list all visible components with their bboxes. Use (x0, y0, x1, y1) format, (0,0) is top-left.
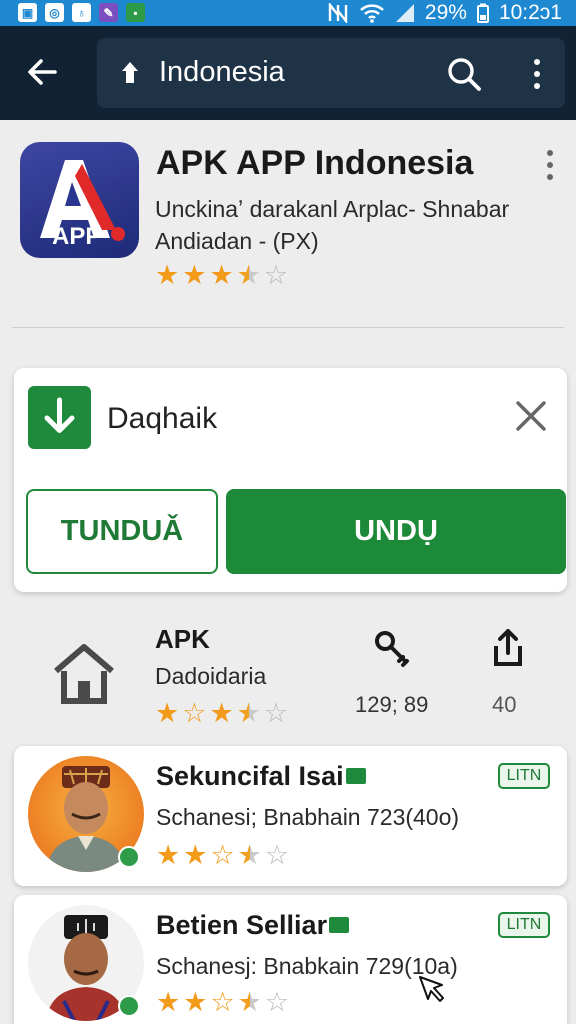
star-icon: ★ (183, 987, 208, 1017)
shield-icon: ◎ (45, 3, 64, 22)
primary-download-button[interactable]: UNDỤ (226, 489, 566, 574)
share-icon[interactable] (490, 628, 526, 668)
battery-text: 29% (424, 1, 467, 24)
star-half-icon: ★ (237, 840, 262, 870)
download-card: Daqhaik TUNDUǍ UNDỤ (14, 368, 567, 592)
search-icon[interactable] (445, 55, 483, 93)
developer-badge[interactable]: LITN (498, 763, 550, 789)
divider (12, 327, 564, 328)
app-subtitle: Unckinaʼ darakanl Arplac- Shnabar (155, 196, 510, 222)
more-vert-icon[interactable] (525, 55, 549, 93)
store-icon: ▪ (126, 3, 145, 22)
close-icon[interactable] (514, 399, 548, 433)
app-logo-text: APP (52, 223, 101, 250)
toolbar: Indonesia (0, 26, 576, 120)
status-bar: ▣ ◎ ♁ ✎ ▪ 29% 10:2ɔ1 (0, 0, 576, 26)
star-outline-icon: ☆ (263, 698, 289, 728)
developer-rating-stars: ★ ★ ☆ ★ ☆ (156, 842, 289, 869)
message-icon: ▣ (18, 3, 37, 22)
star-half-icon: ★ (236, 698, 261, 728)
apk-stat-value: 129; 89 (355, 692, 429, 717)
star-icon: ★ (182, 260, 207, 290)
developer-subtitle: Schanesj: Bnabkain 729(10a) (156, 953, 458, 979)
developer-rating-stars: ★ ★ ☆ ★ ☆ (156, 989, 289, 1016)
star-half-icon: ★ (237, 987, 262, 1017)
online-badge (118, 995, 140, 1017)
apk-subtitle: Dadoidaria (155, 663, 267, 689)
signal-icon (395, 4, 414, 22)
developer-name: Sekuncifal Isai (156, 761, 366, 792)
star-outline-icon: ☆ (182, 698, 207, 728)
mouse-cursor-icon (419, 976, 444, 1002)
verified-icon (345, 767, 366, 784)
star-outline-icon: ☆ (210, 840, 235, 870)
apk-title: APK (155, 624, 210, 654)
key-icon[interactable] (372, 628, 414, 670)
wifi-icon (360, 4, 384, 23)
developer-subtitle: Schanesi; Bnabhain 723(40o) (156, 804, 460, 830)
search-bar[interactable]: Indonesia (97, 38, 565, 108)
status-indicators: 29% 10:2ɔ1 (327, 1, 562, 25)
star-half-icon: ★ (236, 260, 261, 290)
developer-card[interactable]: Betien Selliar LITN Schanesj: Bnabkain 7… (14, 895, 567, 1024)
app-logo: APP (20, 142, 139, 258)
star-outline-icon: ☆ (210, 987, 235, 1017)
apk-rating-stars: ★ ☆ ★ ★ ☆ (155, 700, 288, 727)
developer-badge[interactable]: LITN (498, 912, 550, 938)
home-icon (52, 641, 116, 705)
edit-icon: ✎ (99, 3, 118, 22)
android-icon (122, 62, 138, 83)
app-title: APK APP Indonesia (156, 144, 474, 182)
developer-name: Betien Selliar (156, 910, 350, 941)
download-icon (28, 386, 91, 449)
online-badge (118, 846, 140, 868)
back-arrow-icon[interactable] (22, 54, 62, 90)
star-icon: ★ (183, 840, 208, 870)
app-rating-stars: ★ ★ ★ ★ ☆ (155, 262, 288, 289)
star-icon: ★ (156, 840, 181, 870)
star-outline-icon: ☆ (264, 840, 290, 870)
nfc-icon (328, 3, 348, 23)
star-outline-icon: ☆ (264, 987, 290, 1017)
tool-icon: ♁ (72, 3, 91, 22)
search-query[interactable]: Indonesia (159, 56, 285, 89)
developer-card[interactable]: Sekuncifal Isai LITN Schanesi; Bnabhain … (14, 746, 567, 886)
developer-name-text: Betien Selliar (156, 910, 328, 940)
star-icon: ★ (209, 260, 234, 290)
app-subtitle-2: Andiadan - (PX) (155, 228, 319, 254)
apk-stat-count: 40 (492, 692, 517, 717)
verified-icon (329, 916, 350, 933)
app-more-icon[interactable] (541, 148, 559, 182)
star-icon: ★ (209, 698, 234, 728)
star-outline-icon: ☆ (263, 260, 289, 290)
developer-name-text: Sekuncifal Isai (156, 761, 344, 791)
star-icon: ★ (155, 260, 180, 290)
secondary-download-button[interactable]: TUNDUǍ (26, 489, 218, 574)
star-icon: ★ (155, 698, 180, 728)
download-title: Daqhaik (107, 402, 218, 435)
star-icon: ★ (156, 987, 181, 1017)
clock: 10:2ɔ1 (498, 1, 562, 24)
notification-icons: ▣ ◎ ♁ ✎ ▪ (18, 3, 145, 22)
battery-icon (476, 3, 489, 23)
